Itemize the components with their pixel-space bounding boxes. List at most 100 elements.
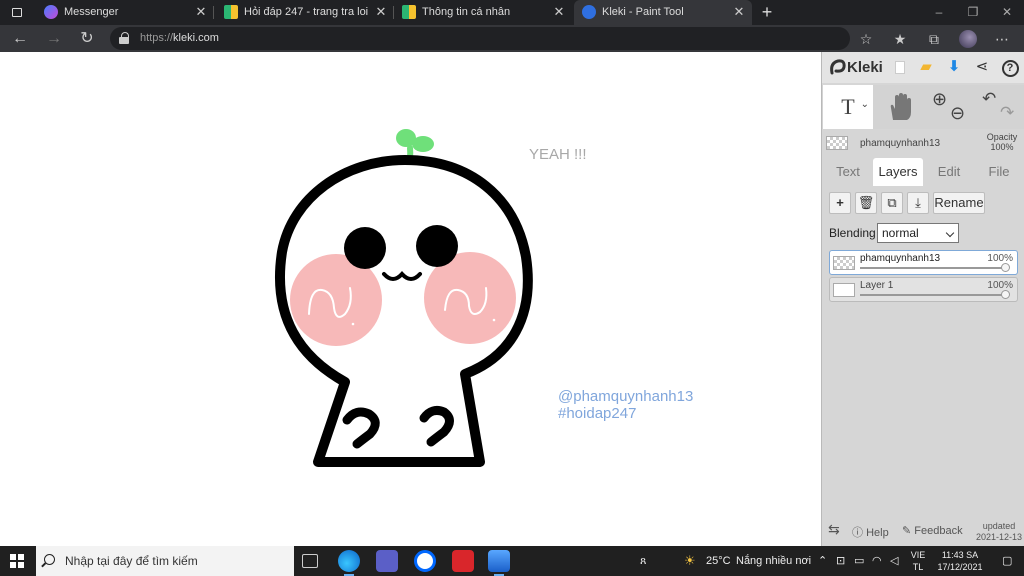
delete-layer-icon[interactable]: 🗑 xyxy=(855,192,877,214)
lang-layout: TL xyxy=(912,562,924,572)
blending-select[interactable]: normal xyxy=(877,223,959,243)
kleki-panel: Kleki ▰ ⬇ ⋖ ? T ⌄ ⊕ ⊖ ↶ ↷ phamquynhanh13… xyxy=(821,52,1024,546)
blending-label: Blending xyxy=(829,226,876,240)
open-folder-icon[interactable]: ▰ xyxy=(916,57,936,77)
close-tab-icon[interactable]: ✕ xyxy=(732,4,746,20)
credit-handle: @phamquynhanh13 xyxy=(558,388,694,405)
panel-tabs: Text Layers Edit File xyxy=(822,158,1024,186)
rename-button[interactable]: Rename xyxy=(933,192,985,214)
chevron-down-icon[interactable]: ⌄ xyxy=(861,83,869,127)
task-view-icon[interactable] xyxy=(302,554,318,568)
profile-avatar[interactable] xyxy=(959,30,977,48)
layer-item-layer-1[interactable]: Layer 1 100% xyxy=(829,277,1018,302)
url-host: kleki.com xyxy=(173,32,219,44)
hand-tool-button[interactable] xyxy=(878,85,922,129)
minimize-icon[interactable]: – xyxy=(922,0,956,25)
clock-time: 11:43 SA xyxy=(941,550,979,560)
taskbar-search-box[interactable]: Nhập tại đây để tìm kiếm xyxy=(36,546,294,576)
maximize-icon[interactable]: ❐ xyxy=(956,0,990,25)
network-icon[interactable]: ▭ xyxy=(854,546,864,576)
swap-side-icon[interactable]: ⇆ xyxy=(828,521,840,538)
undo-icon[interactable]: ↶ xyxy=(982,89,996,109)
text-tool-button[interactable]: T ⌄ xyxy=(823,85,873,129)
chevron-up-icon[interactable]: ⌃ xyxy=(818,546,827,576)
tab-actions-icon[interactable] xyxy=(6,3,28,22)
updated-label: updated xyxy=(982,521,1016,531)
back-arrow-icon[interactable]: ← xyxy=(9,28,31,50)
redo-icon[interactable]: ↷ xyxy=(1000,103,1014,123)
zoom-in-icon[interactable]: ⊕ xyxy=(932,89,947,110)
hoidap247-icon xyxy=(402,5,416,19)
close-tab-icon[interactable]: ✕ xyxy=(194,4,208,20)
wifi-icon[interactable]: ◠ xyxy=(872,546,882,576)
tab-text[interactable]: Text xyxy=(824,158,872,186)
tab-file[interactable]: File xyxy=(975,158,1023,186)
credit-hashtag: #hoidap247 xyxy=(558,405,637,422)
refresh-icon[interactable]: ↻ xyxy=(76,28,98,50)
messenger-icon xyxy=(44,5,58,19)
tool-row: T ⌄ ⊕ ⊖ ↶ ↷ xyxy=(822,85,1024,129)
tab-messenger[interactable]: Messenger ✕ xyxy=(36,0,214,25)
slider-handle[interactable] xyxy=(1001,263,1010,272)
tab-hoidap247[interactable]: Hỏi đáp 247 - trang tra loi ✕ xyxy=(216,0,394,25)
tab-layers[interactable]: Layers xyxy=(873,158,923,186)
collections-icon[interactable]: ⧉ xyxy=(923,28,945,50)
sprout-leaf-right xyxy=(412,136,434,152)
zoom-buttons: ⊕ ⊖ xyxy=(926,85,970,129)
meet-now-icon[interactable]: ⊡ xyxy=(836,546,845,576)
tab-title: Messenger xyxy=(64,6,119,18)
add-layer-icon[interactable]: + xyxy=(829,192,851,214)
weather-sun-icon[interactable]: ☀ xyxy=(684,546,696,576)
new-tab-button[interactable]: + xyxy=(758,2,776,22)
teams-icon[interactable] xyxy=(376,550,398,572)
taskbar-clock[interactable]: 11:43 SA 17/12/2021 xyxy=(934,549,986,573)
drawing-art xyxy=(275,129,533,467)
download-icon[interactable]: ⬇ xyxy=(944,57,964,77)
search-placeholder: Nhập tại đây để tìm kiếm xyxy=(65,554,198,568)
layer-name: Layer 1 xyxy=(860,280,894,291)
new-image-icon[interactable] xyxy=(890,57,910,77)
browser-toolbar: ← → ↻ https://kleki.com ☆ ★ ⧉ ⋯ xyxy=(0,25,1024,52)
duplicate-layer-icon[interactable]: ⧉ xyxy=(881,192,903,214)
layer-thumbnail xyxy=(833,256,855,270)
hoidap247-icon xyxy=(224,5,238,19)
tab-kleki[interactable]: Kleki - Paint Tool ✕ xyxy=(574,0,752,25)
help-label: Help xyxy=(866,527,889,539)
address-bar[interactable]: https://kleki.com xyxy=(110,27,850,50)
forward-arrow-icon[interactable]: → xyxy=(43,28,65,50)
volume-icon[interactable]: ◁ xyxy=(890,546,898,576)
layer-opacity-slider[interactable] xyxy=(860,267,1008,269)
notifications-icon[interactable]: ▢ xyxy=(1002,546,1012,576)
tab-edit[interactable]: Edit xyxy=(924,158,974,186)
close-window-icon[interactable]: ✕ xyxy=(990,0,1024,25)
drawing-canvas[interactable]: YEAH !!! @phamquynhanh13 #hoidap247 xyxy=(0,52,821,546)
layer-item-phamquynhanh13[interactable]: phamquynhanh13 100% xyxy=(829,250,1018,275)
merge-down-icon[interactable]: ⤓ xyxy=(907,192,929,214)
favorites-icon[interactable]: ★ xyxy=(889,28,911,50)
help-circle-icon[interactable]: ? xyxy=(1000,57,1020,77)
tab-thong-tin[interactable]: Thông tin cá nhân ✕ xyxy=(394,0,572,25)
more-menu-icon[interactable]: ⋯ xyxy=(991,28,1013,50)
game-app-icon[interactable] xyxy=(452,550,474,572)
eye-left xyxy=(344,227,386,269)
close-tab-icon[interactable]: ✕ xyxy=(374,4,388,20)
layer-opacity-slider[interactable] xyxy=(860,294,1008,296)
add-favorite-icon[interactable]: ☆ xyxy=(855,28,877,50)
weather-text[interactable]: Nắng nhiều nơi xyxy=(736,546,811,576)
zalo-icon[interactable] xyxy=(414,550,436,572)
feedback-button[interactable]: ✎ Feedback xyxy=(902,524,963,537)
close-tab-icon[interactable]: ✕ xyxy=(552,4,566,20)
edge-browser-icon[interactable] xyxy=(338,550,360,576)
slider-handle[interactable] xyxy=(1001,290,1010,299)
people-icon[interactable]: ጸ xyxy=(640,546,646,576)
photos-app-icon[interactable] xyxy=(488,550,510,576)
current-layer-name: phamquynhanh13 xyxy=(860,138,941,149)
share-icon[interactable]: ⋖ xyxy=(972,57,992,77)
zoom-out-icon[interactable]: ⊖ xyxy=(950,103,965,124)
windows-start-icon[interactable] xyxy=(10,554,24,568)
help-button[interactable]: ⓘ Help xyxy=(852,524,889,540)
layer-thumbnail xyxy=(833,283,855,297)
lang-code: VIE xyxy=(910,550,926,560)
weather-temp[interactable]: 25°C xyxy=(706,546,731,576)
input-language[interactable]: VIE TL xyxy=(908,549,928,573)
